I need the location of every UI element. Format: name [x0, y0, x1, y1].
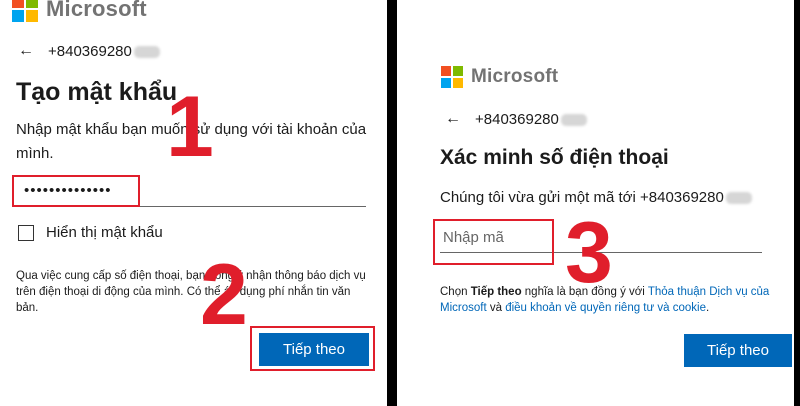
highlight-box-next: [250, 326, 375, 371]
identity-row: ← +840369280: [445, 110, 587, 128]
annotation-number-2: 2: [200, 247, 248, 343]
logo-text: Microsoft: [471, 66, 559, 87]
microsoft-logo: Microsoft: [12, 0, 147, 22]
page-title: Tạo mật khẩu: [16, 78, 178, 106]
next-button[interactable]: Tiếp theo: [684, 334, 792, 367]
annotation-number-1: 1: [166, 79, 214, 175]
back-arrow-icon[interactable]: ←: [445, 110, 461, 128]
phone-number: +840369280: [475, 111, 587, 128]
show-password-checkbox[interactable]: [18, 224, 34, 241]
logo-text: Microsoft: [46, 0, 147, 21]
blurred-digits: [560, 113, 587, 126]
terms-text: Chọn Tiếp theo nghĩa là bạn đồng ý với T…: [440, 286, 770, 314]
microsoft-logo-icon: [441, 66, 463, 88]
blurred-digits: [133, 45, 160, 58]
highlight-box-code: [433, 219, 554, 265]
privacy-cookies-link[interactable]: điều khoản về quyền riêng tư và cookie: [505, 302, 706, 314]
show-password-row[interactable]: Hiển thị mật khẩu: [18, 224, 163, 241]
microsoft-logo: Microsoft: [441, 66, 558, 88]
terms-text: Qua việc cung cấp số điện thoại, bạn đồn…: [16, 270, 366, 314]
identity-row: ← +840369280: [18, 42, 160, 60]
back-arrow-icon[interactable]: ←: [18, 42, 34, 60]
highlight-box-password: [12, 175, 140, 207]
page-title: Xác minh số điện thoại: [440, 146, 669, 169]
annotation-number-3: 3: [565, 205, 613, 301]
left-panel: Microsoft ← +840369280 Tạo mật khẩu Nhập…: [0, 0, 387, 406]
phone-number: +840369280: [48, 43, 160, 60]
right-panel: Microsoft ← +840369280 Xác minh số điện …: [397, 0, 794, 406]
show-password-label: Hiển thị mật khẩu: [46, 224, 163, 241]
microsoft-logo-icon: [12, 0, 38, 22]
blurred-digits: [725, 192, 752, 205]
